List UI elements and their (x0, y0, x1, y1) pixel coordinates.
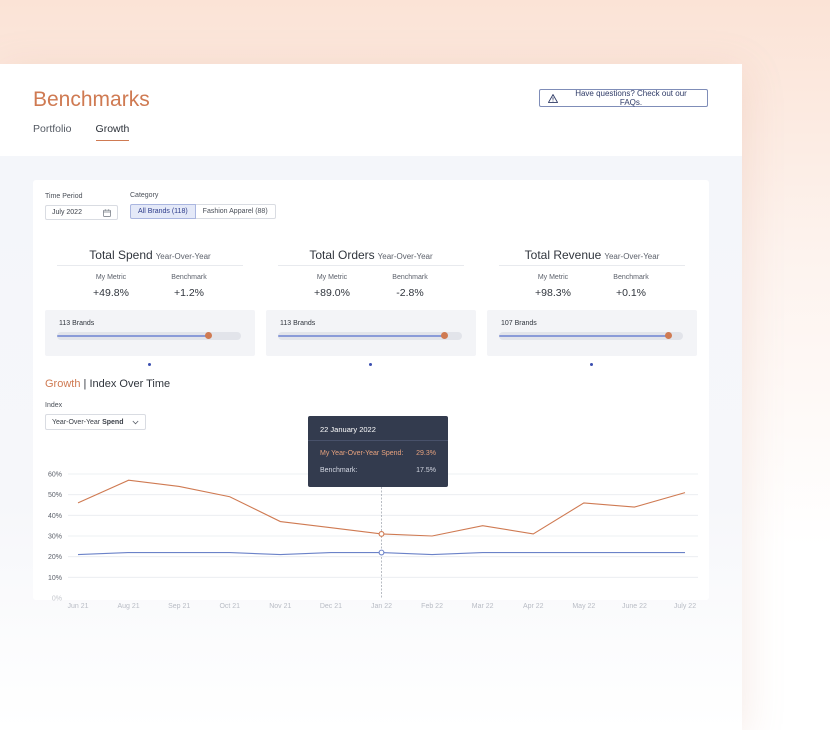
x-tick-label: Jan 22 (371, 603, 392, 610)
tooltip-date: 22 January 2022 (320, 425, 376, 434)
x-tick-label: Nov 21 (269, 603, 291, 610)
x-tick-label: Jun 21 (67, 603, 88, 610)
x-tick-label: July 22 (674, 603, 696, 610)
tooltip-row-metric: My Year-Over-Year Spend: 29.3% (320, 450, 436, 457)
y-tick-label: 40% (48, 513, 62, 520)
x-tick-label: Sep 21 (168, 603, 190, 610)
x-tick-label: Dec 21 (320, 603, 342, 610)
y-tick-label: 20% (48, 554, 62, 561)
tooltip-row-benchmark-label: Benchmark: (320, 467, 358, 474)
x-tick-label: Aug 21 (117, 603, 139, 610)
x-tick-label: May 22 (572, 603, 595, 610)
tooltip-row-metric-label: My Year-Over-Year Spend: (320, 450, 404, 457)
benchmarks-card: Benchmarks Portfolio Growth Have questio… (0, 64, 742, 730)
x-tick-label: June 22 (622, 603, 647, 610)
y-tick-label: 60% (48, 472, 62, 479)
series-highlight-point-1 (378, 549, 385, 556)
chart-tooltip: 22 January 2022 My Year-Over-Year Spend:… (308, 416, 448, 487)
y-tick-label: 30% (48, 534, 62, 541)
x-tick-label: Oct 21 (219, 603, 240, 610)
x-tick-label: Apr 22 (523, 603, 544, 610)
y-tick-label: 50% (48, 492, 62, 499)
tooltip-row-benchmark: Benchmark: 17.5% (320, 467, 436, 474)
y-tick-label: 0% (52, 596, 62, 603)
tooltip-row-metric-value: 29.3% (416, 450, 436, 457)
x-tick-label: Feb 22 (421, 603, 443, 610)
x-tick-label: Mar 22 (472, 603, 494, 610)
tooltip-row-benchmark-value: 17.5% (416, 467, 436, 474)
tooltip-divider (308, 440, 448, 441)
y-tick-label: 10% (48, 575, 62, 582)
series-highlight-point-0 (378, 530, 385, 537)
growth-line-chart: 60% 50% 40% 30% 20% 10% 0% Jun 21 Aug 21 Sep 21 Oc… (48, 472, 698, 610)
